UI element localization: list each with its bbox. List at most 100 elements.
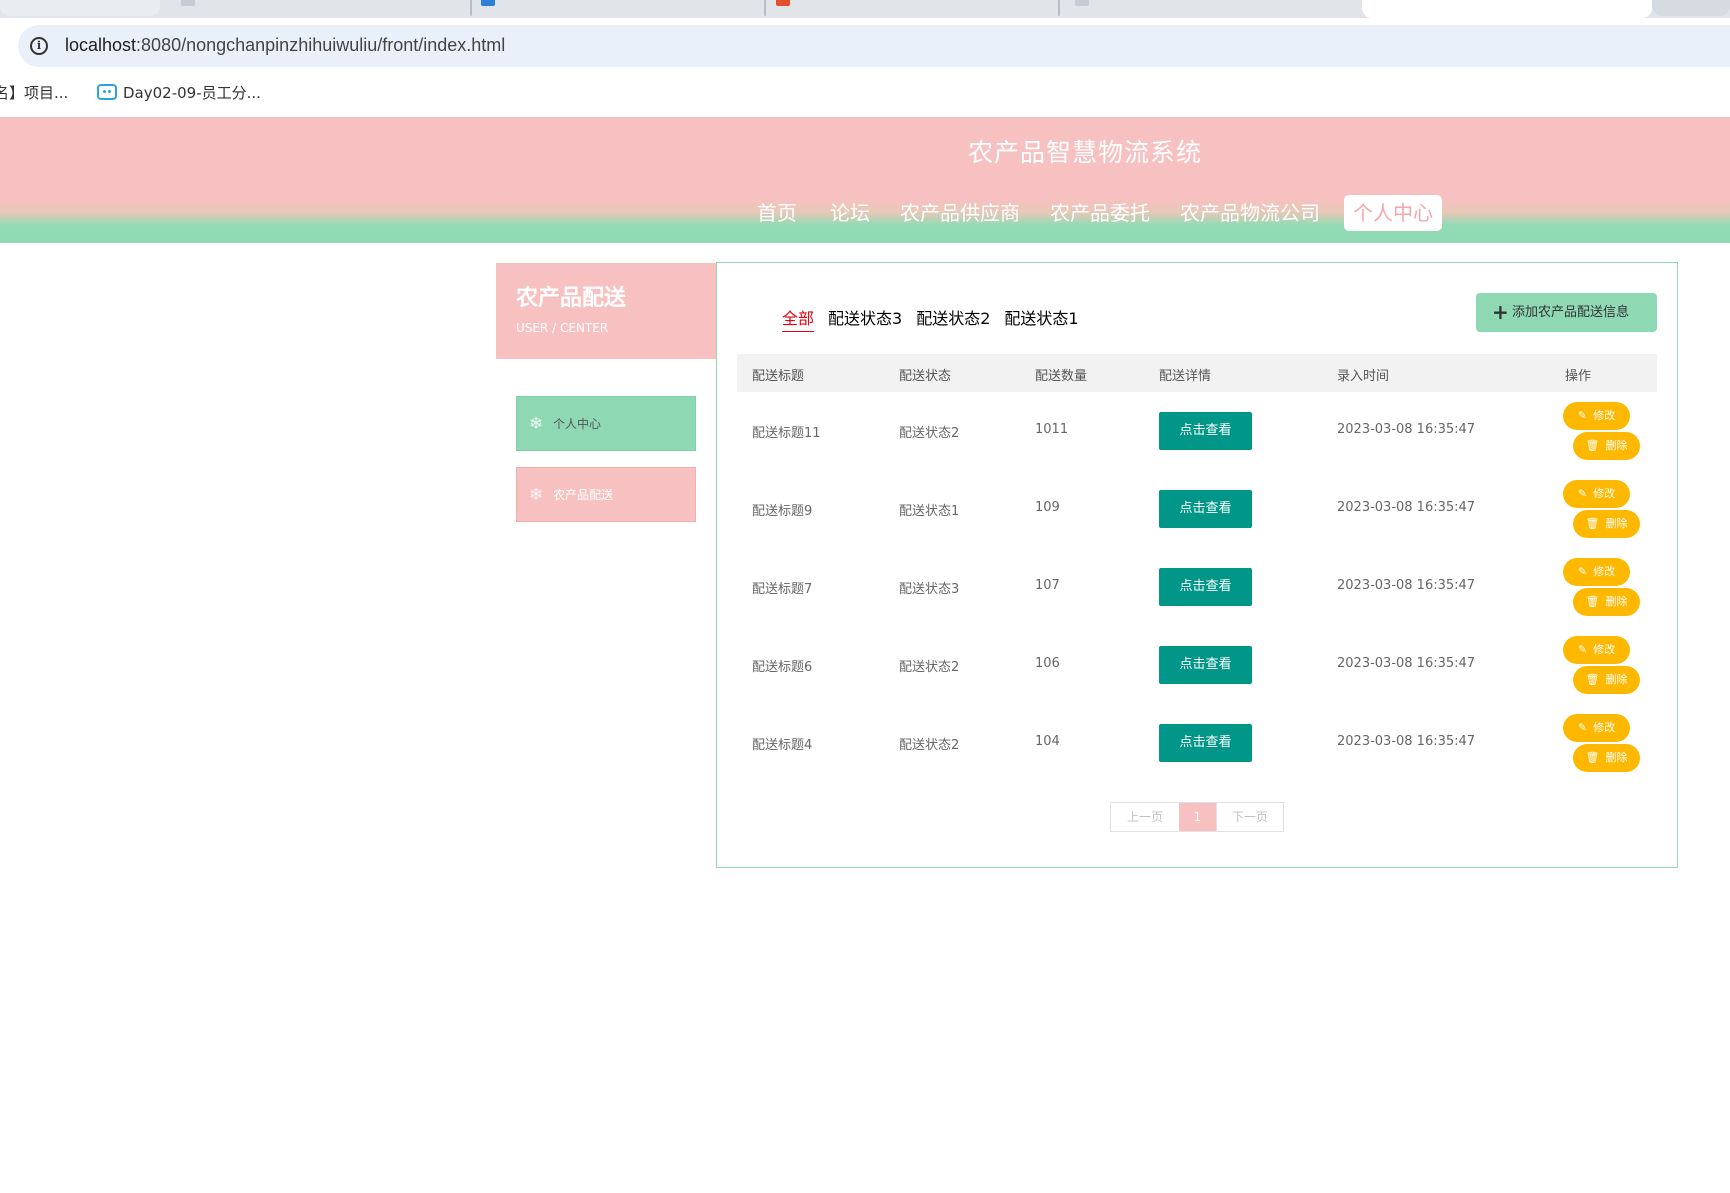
row-title: 配送标题11 (752, 426, 821, 441)
url-text[interactable]: localhost:8080/nongchanpinzhihuiwuliu/fr… (65, 35, 505, 56)
column-header-time: 录入时间 (1337, 369, 1390, 384)
row-qty: 1011 (1035, 422, 1069, 437)
filter-all[interactable]: 全部 (782, 305, 815, 332)
edit-button[interactable]: ✎ 修改 (1563, 480, 1630, 508)
row-status: 配送状态2 (899, 738, 960, 753)
delete-label: 删除 (1605, 751, 1628, 764)
row-time: 2023-03-08 16:35:47 (1337, 578, 1476, 593)
pencil-icon: ✎ (1577, 409, 1588, 422)
row-qty: 104 (1035, 734, 1060, 749)
trash-icon: 🗑 (1585, 595, 1600, 608)
delete-label: 删除 (1605, 439, 1628, 452)
nav-item-logistics-company[interactable]: 农产品物流公司 (1180, 195, 1320, 231)
nav-item-supplier[interactable]: 农产品供应商 (900, 195, 1020, 231)
view-detail-button[interactable]: 点击查看 (1159, 646, 1252, 684)
nav-item-user-center[interactable]: 个人中心 (1344, 195, 1442, 231)
view-detail-button[interactable]: 点击查看 (1159, 490, 1252, 528)
plus-icon: + (1492, 300, 1509, 324)
view-detail-button[interactable]: 点击查看 (1159, 412, 1252, 450)
row-qty: 109 (1035, 500, 1060, 515)
edit-label: 修改 (1593, 409, 1616, 422)
add-delivery-label: 添加农产品配送信息 (1512, 305, 1630, 320)
tab-separator (1058, 0, 1060, 16)
edit-label: 修改 (1593, 721, 1616, 734)
row-qty: 106 (1035, 656, 1060, 671)
edit-button[interactable]: ✎ 修改 (1563, 636, 1630, 664)
filter-status-3[interactable]: 配送状态3 (828, 305, 902, 331)
column-header-qty: 配送数量 (1035, 369, 1088, 384)
row-title: 配送标题6 (752, 660, 813, 675)
row-status: 配送状态3 (899, 582, 960, 597)
nav-item-home[interactable]: 首页 (757, 195, 797, 231)
trash-icon: 🗑 (1585, 673, 1600, 686)
delete-label: 删除 (1605, 517, 1628, 530)
bilibili-icon (97, 84, 117, 100)
sidebar-title: 农产品配送 (516, 286, 627, 311)
snowflake-icon: ❄ (529, 485, 544, 505)
filter-status-2[interactable]: 配送状态2 (916, 305, 990, 331)
sidebar-item-delivery[interactable]: ❄ 农产品配送 (516, 467, 696, 522)
tab-favicon (481, 0, 495, 6)
row-title: 配送标题9 (752, 504, 813, 519)
bookmark-label: Day02-09-员工分... (123, 84, 261, 102)
delete-label: 删除 (1605, 673, 1628, 686)
row-time: 2023-03-08 16:35:47 (1337, 422, 1476, 437)
bookmark-label: 名】项目... (0, 84, 69, 102)
site-header: 农产品智慧物流系统 首页 论坛 农产品供应商 农产品委托 农产品物流公司 个人中… (0, 117, 1730, 243)
row-status: 配送状态2 (899, 426, 960, 441)
snowflake-icon: ❄ (529, 414, 544, 434)
nav-item-entrust[interactable]: 农产品委托 (1050, 195, 1150, 231)
add-delivery-button[interactable]: + 添加农产品配送信息 (1476, 293, 1657, 332)
row-time: 2023-03-08 16:35:47 (1337, 500, 1476, 515)
filter-status-1[interactable]: 配送状态1 (1004, 305, 1078, 331)
trash-icon: 🗑 (1585, 751, 1600, 764)
tab-favicon (181, 0, 195, 6)
table-header: 配送标题 配送状态 配送数量 配送详情 录入时间 操作 (737, 354, 1657, 392)
bookmark-item[interactable]: Day02-09-员工分... (97, 82, 261, 103)
trash-icon: 🗑 (1585, 439, 1600, 452)
browser-tab[interactable] (1652, 0, 1730, 16)
edit-button[interactable]: ✎ 修改 (1563, 402, 1630, 430)
edit-button[interactable]: ✎ 修改 (1563, 558, 1630, 586)
browser-active-tab[interactable] (1362, 0, 1652, 18)
nav-item-forum[interactable]: 论坛 (830, 195, 870, 231)
delivery-panel: 全部 配送状态3 配送状态2 配送状态1 + 添加农产品配送信息 配送标题 配送状态 … (716, 262, 1678, 868)
edit-label: 修改 (1593, 487, 1616, 500)
sidebar-header: 农产品配送 USER / CENTER (496, 263, 716, 359)
bookmarks-bar: 名】项目... Day02-09-员工分... (0, 74, 1730, 110)
delete-button[interactable]: 🗑 删除 (1573, 744, 1640, 772)
table-row: 配送标题4 配送状态2 104 点击查看 2023-03-08 16:35:47… (737, 704, 1657, 782)
browser-tab-strip (0, 0, 1730, 18)
table-row: 配送标题6 配送状态2 106 点击查看 2023-03-08 16:35:47… (737, 626, 1657, 704)
pencil-icon: ✎ (1577, 643, 1588, 656)
sidebar-subtitle: USER / CENTER (516, 321, 609, 335)
status-filter-tabs: 全部 配送状态3 配送状态2 配送状态1 (782, 305, 1093, 332)
tab-favicon (776, 0, 790, 6)
sidebar-item-label: 农产品配送 (553, 488, 614, 502)
delete-button[interactable]: 🗑 删除 (1573, 432, 1640, 460)
trash-icon: 🗑 (1585, 517, 1600, 530)
delete-button[interactable]: 🗑 删除 (1573, 588, 1640, 616)
row-status: 配送状态1 (899, 504, 960, 519)
delete-button[interactable]: 🗑 删除 (1573, 666, 1640, 694)
prev-page-button[interactable]: 上一页 (1111, 803, 1179, 831)
edit-label: 修改 (1593, 565, 1616, 578)
sidebar-item-user-center[interactable]: ❄ 个人中心 (516, 396, 696, 451)
delete-button[interactable]: 🗑 删除 (1573, 510, 1640, 538)
view-detail-button[interactable]: 点击查看 (1159, 568, 1252, 606)
info-icon[interactable]: i (30, 37, 48, 55)
column-header-status: 配送状态 (899, 369, 952, 384)
next-page-button[interactable]: 下一页 (1216, 803, 1283, 831)
row-title: 配送标题4 (752, 738, 813, 753)
column-header-title: 配送标题 (752, 369, 805, 384)
edit-button[interactable]: ✎ 修改 (1563, 714, 1630, 742)
browser-tab[interactable] (0, 0, 160, 16)
bookmark-item[interactable]: 名】项目... (0, 82, 68, 103)
current-page[interactable]: 1 (1179, 803, 1216, 831)
address-bar[interactable]: i localhost:8080/nongchanpinzhihuiwuliu/… (18, 25, 1730, 67)
row-time: 2023-03-08 16:35:47 (1337, 656, 1476, 671)
table-row: 配送标题9 配送状态1 109 点击查看 2023-03-08 16:35:47… (737, 470, 1657, 548)
view-detail-button[interactable]: 点击查看 (1159, 724, 1252, 762)
sidebar-item-label: 个人中心 (553, 417, 602, 431)
tab-separator (470, 0, 472, 16)
